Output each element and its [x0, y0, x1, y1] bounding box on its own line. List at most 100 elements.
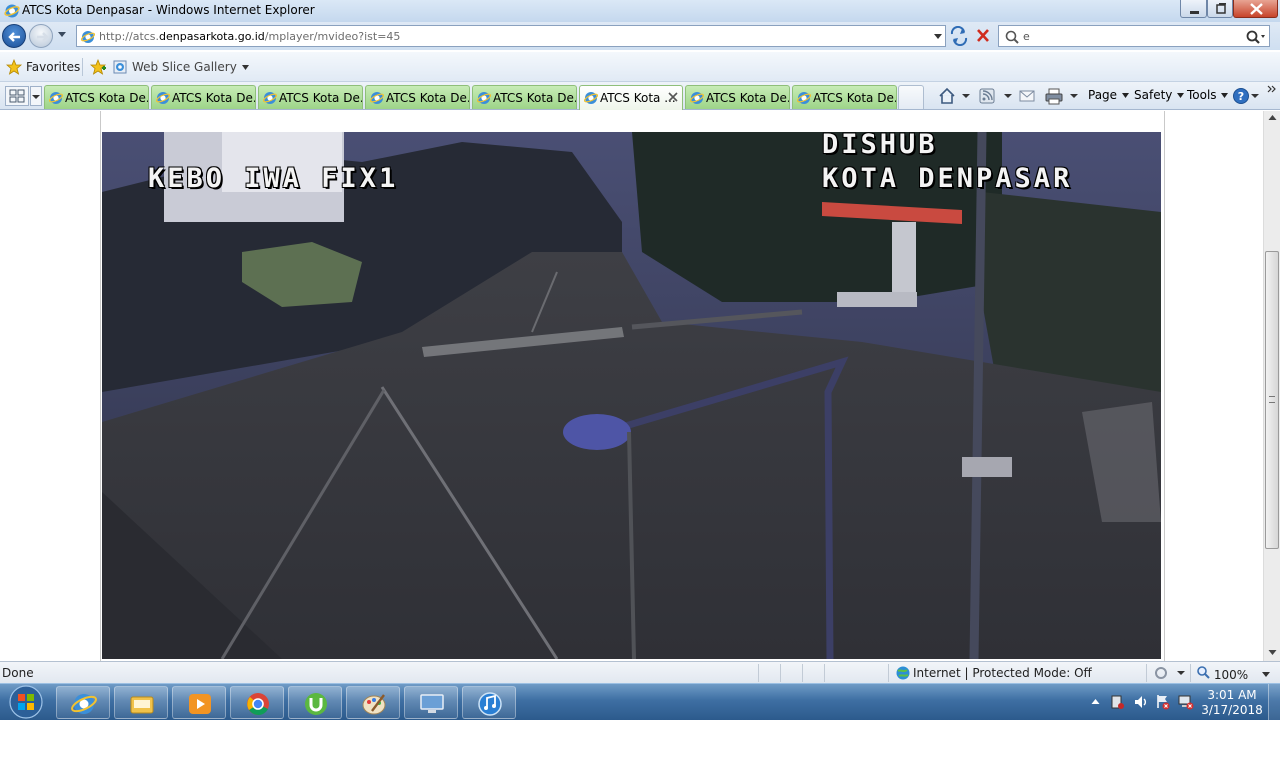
page-border-left	[100, 111, 101, 661]
globe-icon	[896, 666, 910, 680]
folder-icon	[130, 696, 154, 714]
chevron-down-icon	[1177, 93, 1185, 98]
taskbar-remote-desktop[interactable]	[404, 686, 458, 719]
taskbar-internet-explorer[interactable]	[56, 686, 110, 719]
page-border-right	[1164, 111, 1165, 661]
scroll-up-icon[interactable]	[1268, 114, 1277, 121]
arrow-left-icon	[8, 32, 20, 42]
safety-menu[interactable]: Safety	[1134, 88, 1185, 108]
tab-list-button[interactable]	[30, 86, 42, 106]
print-button[interactable]	[1044, 86, 1080, 106]
tab-close-icon[interactable]	[668, 92, 678, 102]
taskbar-itunes[interactable]	[462, 686, 516, 719]
status-divider	[1190, 664, 1191, 682]
tab-label: ATCS Kota De...	[493, 91, 577, 105]
page-menu[interactable]: Page	[1088, 88, 1130, 108]
zoom-control[interactable]: 100%	[1196, 665, 1272, 682]
taskbar-chrome[interactable]	[230, 686, 284, 719]
recent-pages-dropdown-icon[interactable]	[57, 31, 67, 39]
vertical-scrollbar[interactable]	[1263, 111, 1280, 661]
tab-active[interactable]: ATCS Kota ...	[579, 85, 683, 110]
search-box[interactable]: e	[998, 25, 1270, 47]
tab-page-icon	[155, 92, 171, 104]
utorrent-icon	[305, 693, 327, 715]
status-text: Done	[2, 666, 34, 680]
status-divider	[802, 664, 803, 682]
cctv-video-player[interactable]: KEBO IWA FIX1 DISHUB KOTA DENPASAR	[102, 132, 1161, 659]
back-button[interactable]	[2, 24, 26, 48]
help-icon: ?	[1233, 88, 1259, 104]
clock-time[interactable]: 3:01 AM	[1201, 688, 1263, 702]
tab[interactable]: ATCS Kota De...	[792, 85, 897, 109]
forward-button[interactable]	[29, 24, 53, 48]
address-bar[interactable]: http://atcs.denpasarkota.go.id/mplayer/m…	[76, 25, 946, 47]
maximize-button[interactable]	[1207, 0, 1233, 18]
show-desktop-button[interactable]	[1268, 684, 1280, 721]
chrome-icon	[247, 693, 269, 715]
status-bar: Done Internet | Protected Mode: Off 100%	[0, 661, 1280, 683]
minimize-button[interactable]	[1180, 0, 1207, 18]
scrollbar-grip	[1269, 396, 1275, 403]
close-button[interactable]	[1233, 0, 1278, 18]
chevron-down-icon	[32, 95, 40, 99]
help-button[interactable]: ?	[1232, 86, 1262, 106]
security-zone[interactable]: Internet | Protected Mode: Off	[895, 664, 1092, 682]
tab[interactable]: ATCS Kota De...	[258, 85, 363, 109]
chevron-down-icon	[241, 65, 249, 70]
printer-icon	[1045, 88, 1078, 105]
tab-label: ATCS Kota De...	[813, 91, 897, 105]
protected-mode-icon[interactable]	[1152, 664, 1186, 682]
chevron-down-icon	[1121, 93, 1129, 98]
tab-page-icon	[369, 92, 385, 104]
add-to-favorites-bar-icon[interactable]	[90, 59, 108, 75]
start-button[interactable]	[4, 684, 48, 721]
status-divider	[824, 664, 825, 682]
stop-icon[interactable]	[972, 26, 994, 46]
url-prefix: http://atcs.	[99, 30, 160, 43]
safety-menu-label: Safety	[1134, 88, 1173, 102]
search-icon[interactable]	[1244, 29, 1266, 45]
tab[interactable]: ATCS Kota De...	[365, 85, 470, 109]
tab[interactable]: ATCS Kota De...	[44, 85, 149, 109]
window-title: ATCS Kota Denpasar - Windows Internet Ex…	[22, 3, 315, 17]
tools-menu[interactable]: Tools	[1187, 88, 1229, 108]
read-mail-button[interactable]	[1018, 86, 1038, 106]
compatibility-view-icon[interactable]	[948, 26, 970, 46]
web-slice-gallery-link[interactable]: Web Slice Gallery	[112, 59, 249, 78]
action-center-icon[interactable]	[1155, 693, 1171, 711]
cctv-frame-image	[102, 132, 1161, 659]
address-dropdown-icon[interactable]	[933, 33, 943, 41]
toolbar-overflow-chevron[interactable]	[1267, 82, 1277, 102]
safely-remove-hardware-icon[interactable]	[1109, 693, 1125, 711]
taskbar-paint[interactable]	[346, 686, 400, 719]
taskbar-utorrent[interactable]	[288, 686, 342, 719]
feeds-button[interactable]	[978, 86, 1014, 106]
tab[interactable]: ATCS Kota De...	[472, 85, 577, 109]
show-hidden-icons-icon[interactable]	[1091, 698, 1100, 705]
tab[interactable]: ATCS Kota De...	[685, 85, 790, 109]
tab[interactable]: ATCS Kota De...	[151, 85, 256, 109]
window-title-bar[interactable]: ATCS Kota Denpasar - Windows Internet Ex…	[0, 0, 1280, 22]
internet-explorer-icon	[71, 694, 97, 714]
zoom-value: 100%	[1213, 668, 1249, 682]
tab-label: ATCS Kota De...	[386, 91, 470, 105]
address-url: http://atcs.denpasarkota.go.id/mplayer/m…	[99, 30, 400, 43]
page-menu-label: Page	[1088, 88, 1118, 102]
scrollbar-thumb[interactable]	[1265, 251, 1279, 549]
chevron-down-icon	[1261, 672, 1270, 677]
scroll-down-icon[interactable]	[1268, 649, 1277, 656]
home-button[interactable]	[937, 86, 971, 106]
volume-icon[interactable]	[1133, 693, 1149, 711]
taskbar-windows-explorer[interactable]	[114, 686, 168, 719]
web-slice-label: Web Slice Gallery	[132, 60, 250, 74]
network-icon[interactable]	[1177, 693, 1195, 711]
favorites-button[interactable]: Favorites	[5, 58, 80, 78]
quick-tabs-icon	[9, 89, 25, 103]
chevron-down-icon	[1221, 93, 1229, 98]
quick-tabs-button[interactable]	[5, 86, 29, 106]
taskbar-media-player[interactable]	[172, 686, 226, 719]
tab-label: ATCS Kota De...	[172, 91, 256, 105]
favorites-label: Favorites	[26, 60, 81, 74]
clock-date[interactable]: 3/17/2018	[1201, 703, 1263, 717]
new-tab-button[interactable]	[898, 85, 924, 109]
